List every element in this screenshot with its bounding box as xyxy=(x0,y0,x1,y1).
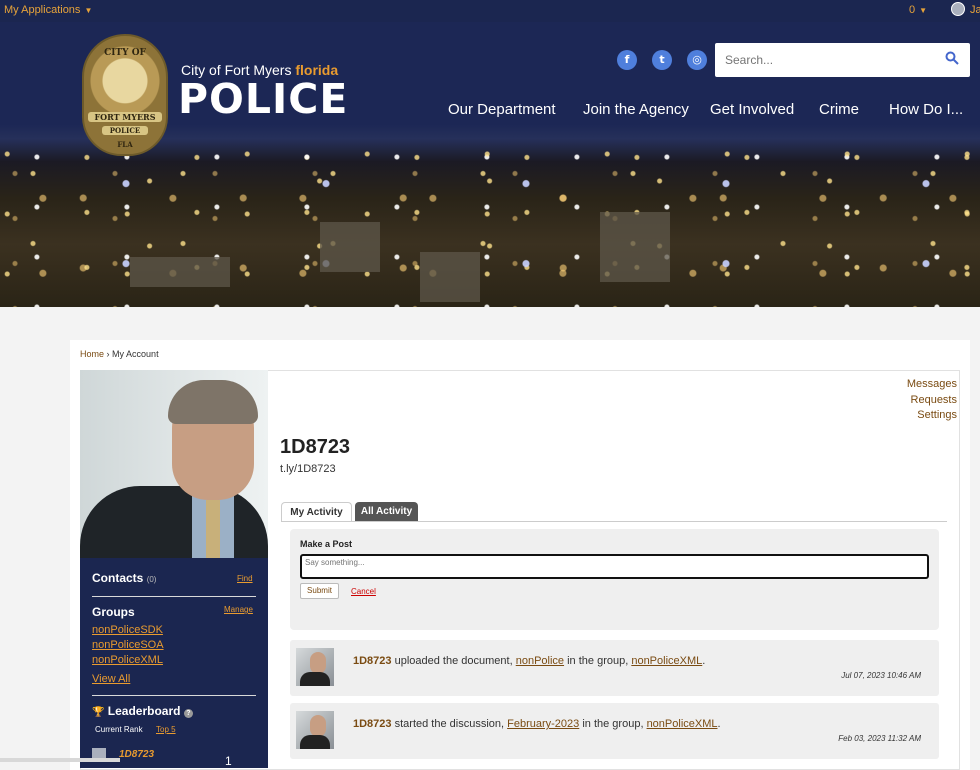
nav-our-department[interactable]: Our Department xyxy=(448,101,556,118)
breadcrumb-current: My Account xyxy=(112,349,159,359)
badge-police-text: POLICE xyxy=(102,126,148,135)
activity-group-link[interactable]: nonPoliceXML xyxy=(647,718,718,730)
badge-top-text: CITY OF xyxy=(104,48,146,58)
messages-link[interactable]: Messages xyxy=(907,378,957,390)
contacts-heading: Contacts (0) xyxy=(92,571,156,585)
trophy-icon: 🏆 xyxy=(92,707,105,718)
view-all-groups-link[interactable]: View All xyxy=(92,673,130,685)
activity-user[interactable]: 1D8723 xyxy=(353,718,392,730)
badge-state-text: FLA xyxy=(117,140,133,149)
contacts-label: Contacts xyxy=(92,571,144,585)
my-applications-menu[interactable]: My Applications ▼ xyxy=(4,4,92,16)
activity-avatar[interactable] xyxy=(296,711,334,749)
search-box xyxy=(715,43,970,77)
breadcrumb: Home › My Account xyxy=(80,349,159,359)
header-banner: CITY OF FORT MYERS POLICE FLA City of Fo… xyxy=(0,22,980,307)
tab-divider xyxy=(281,521,947,522)
tab-my-activity[interactable]: My Activity xyxy=(281,502,352,522)
scroll-strip xyxy=(0,758,120,762)
facebook-icon[interactable]: f xyxy=(617,50,637,70)
avatar-face xyxy=(310,715,326,737)
contacts-count: (0) xyxy=(146,575,157,584)
photo-tie xyxy=(206,500,220,558)
avatar-face xyxy=(310,652,326,674)
user-avatar[interactable] xyxy=(951,2,965,16)
activity-action: started the discussion, xyxy=(394,718,505,730)
leaderboard-heading: 🏆 Leaderboard ? xyxy=(92,704,193,718)
groups-heading: Groups xyxy=(92,605,135,619)
requests-link[interactable]: Requests xyxy=(911,394,957,406)
activity-user[interactable]: 1D8723 xyxy=(353,655,392,667)
nav-get-involved[interactable]: Get Involved xyxy=(710,101,794,118)
activity-group-link[interactable]: nonPoliceXML xyxy=(631,655,702,667)
post-textarea[interactable] xyxy=(300,554,929,579)
group-link-sdk[interactable]: nonPoliceSDK xyxy=(92,624,163,636)
chevron-down-icon: ▼ xyxy=(919,6,928,15)
activity-end: . xyxy=(717,718,721,730)
rank-username[interactable]: 1D8723 xyxy=(119,749,154,760)
profile-username: 1D8723 xyxy=(280,436,351,458)
activity-item: 1D8723 started the discussion, February-… xyxy=(290,703,939,759)
breadcrumb-separator: › xyxy=(106,349,110,359)
notification-count[interactable]: 0 ▼ xyxy=(909,4,927,16)
divider xyxy=(92,596,256,597)
divider xyxy=(92,695,256,696)
search-input[interactable] xyxy=(725,51,925,69)
building-shape xyxy=(420,252,480,302)
profile-short-link[interactable]: t.ly/1D8723 xyxy=(280,463,336,475)
help-icon[interactable]: ? xyxy=(183,709,193,718)
activity-mid: in the group, xyxy=(582,718,644,730)
apps-label: My Applications xyxy=(4,4,81,16)
instagram-icon[interactable]: ◎ xyxy=(687,50,707,70)
make-post-label: Make a Post xyxy=(300,539,353,549)
settings-link[interactable]: Settings xyxy=(917,409,957,421)
group-link-soa[interactable]: nonPoliceSOA xyxy=(92,639,164,651)
current-rank-label: Current Rank xyxy=(95,725,143,734)
activity-item: 1D8723 uploaded the document, nonPolice … xyxy=(290,640,939,696)
activity-avatar[interactable] xyxy=(296,648,334,686)
find-contacts-link[interactable]: Find xyxy=(237,574,253,583)
twitter-icon[interactable]: t xyxy=(652,50,672,70)
building-shape xyxy=(600,212,670,282)
search-icon[interactable] xyxy=(945,51,959,65)
tab-all-activity[interactable]: All Activity xyxy=(355,502,418,522)
activity-timestamp: Feb 03, 2023 11:32 AM xyxy=(838,734,921,743)
activity-item-link[interactable]: February-2023 xyxy=(507,718,579,730)
activity-end: . xyxy=(702,655,706,667)
top-bar: My Applications ▼ 0 ▼ Ja xyxy=(0,0,980,22)
photo-suit xyxy=(80,486,268,558)
activity-timestamp: Jul 07, 2023 10:46 AM xyxy=(841,671,921,680)
group-link-xml[interactable]: nonPoliceXML xyxy=(92,654,163,666)
avatar-body xyxy=(300,735,330,749)
breadcrumb-home[interactable]: Home xyxy=(80,349,104,359)
cancel-link[interactable]: Cancel xyxy=(351,587,376,596)
chevron-down-icon: ▼ xyxy=(84,6,93,15)
user-name[interactable]: Ja xyxy=(970,4,980,16)
manage-groups-link[interactable]: Manage xyxy=(224,605,253,614)
make-post-box: Make a Post Submit Cancel xyxy=(290,529,939,630)
nav-join-the-agency[interactable]: Join the Agency xyxy=(583,101,689,118)
nav-crime[interactable]: Crime xyxy=(819,101,859,118)
activity-action: uploaded the document, xyxy=(394,655,513,667)
building-shape xyxy=(320,222,380,272)
profile-photo[interactable] xyxy=(80,370,268,558)
activity-item-link[interactable]: nonPolice xyxy=(516,655,564,667)
avatar-body xyxy=(300,672,330,686)
notification-count-value: 0 xyxy=(909,4,916,16)
activity-text: 1D8723 uploaded the document, nonPolice … xyxy=(353,655,705,667)
nav-how-do-i[interactable]: How Do I... xyxy=(889,101,963,118)
profile-sidebar: Contacts (0) Find Groups Manage nonPolic… xyxy=(80,558,268,768)
top5-link[interactable]: Top 5 xyxy=(156,725,176,734)
police-badge-logo[interactable]: CITY OF FORT MYERS POLICE FLA xyxy=(82,34,168,156)
leaderboard-label: Leaderboard xyxy=(107,704,181,718)
badge-city-text: FORT MYERS xyxy=(88,112,162,122)
activity-text: 1D8723 started the discussion, February-… xyxy=(353,718,721,730)
building-shape xyxy=(130,257,230,287)
submit-button[interactable]: Submit xyxy=(300,583,339,599)
brand-title[interactable]: POLICE xyxy=(178,75,348,123)
activity-mid: in the group, xyxy=(567,655,629,667)
rank-value: 1 xyxy=(225,754,232,768)
